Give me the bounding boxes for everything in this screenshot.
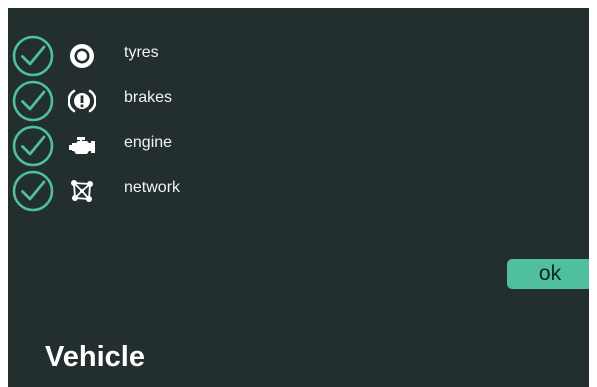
- network-icon: [71, 180, 93, 202]
- vehicle-check-screen: tyres brakes engine network ok Vehicle: [8, 8, 589, 387]
- check-item-label: engine: [124, 134, 173, 151]
- check-item-label: tyres: [124, 44, 159, 61]
- engine-icon: [69, 137, 95, 154]
- ok-button[interactable]: ok: [507, 259, 589, 289]
- check-item-tyres[interactable]: tyres: [11, 34, 311, 79]
- check-item-engine[interactable]: engine: [11, 124, 311, 169]
- check-circle-icon[interactable]: [11, 169, 55, 213]
- check-item-network[interactable]: network: [11, 169, 311, 214]
- check-item-label: network: [124, 179, 181, 196]
- check-circle-icon[interactable]: [11, 79, 55, 123]
- check-circle-icon[interactable]: [11, 34, 55, 78]
- brake-warning-icon: [68, 89, 96, 113]
- checklist: tyres brakes engine network: [11, 34, 311, 214]
- check-item-brakes[interactable]: brakes: [11, 79, 311, 124]
- tyre-icon: [70, 44, 94, 68]
- check-item-label: brakes: [124, 89, 173, 106]
- page-title: Vehicle: [45, 341, 145, 373]
- check-circle-icon[interactable]: [11, 124, 55, 168]
